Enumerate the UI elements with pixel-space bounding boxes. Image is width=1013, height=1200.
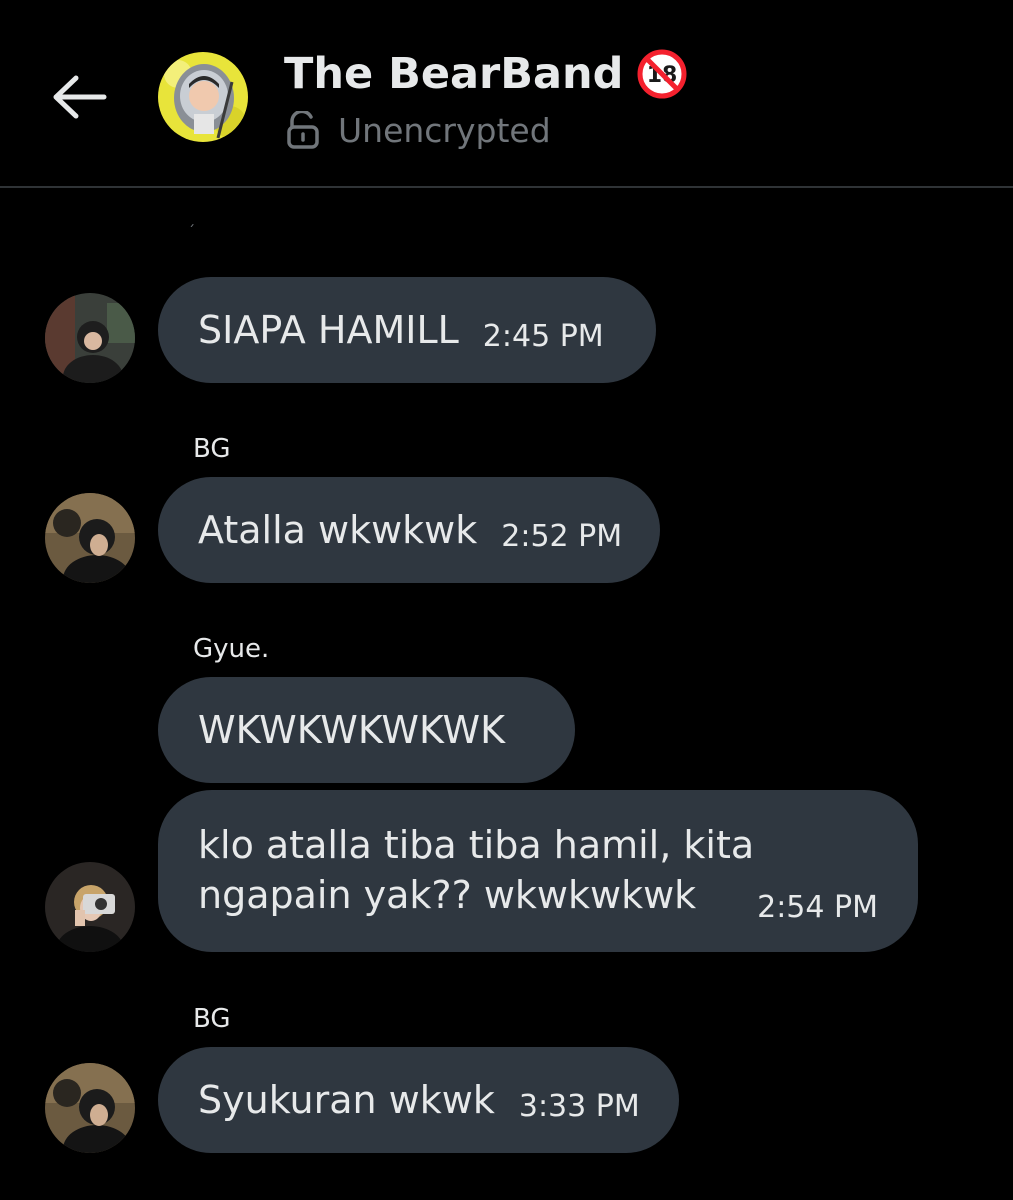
message-bubble[interactable]: klo atalla tiba tiba hamil, kita ngapain…	[158, 790, 918, 952]
back-arrow-icon	[53, 75, 107, 119]
message-bubble[interactable]: Syukuran wkwk 3:33 PM	[158, 1047, 679, 1153]
message-text: Atalla wkwkwk	[198, 508, 478, 552]
message-time: 2:52 PM	[501, 518, 623, 554]
timestamp-fragment: ´	[188, 224, 195, 240]
no-under-18-icon: 18	[637, 49, 687, 99]
message-text: klo atalla tiba tiba hamil, kita ngapain…	[198, 823, 755, 917]
message-bubble[interactable]: Atalla wkwkwk 2:52 PM	[158, 477, 660, 583]
group-avatar[interactable]	[158, 52, 248, 142]
message-text: Syukuran wkwk	[198, 1078, 495, 1122]
message-bubble[interactable]: SIAPA HAMILL 2:45 PM	[158, 277, 656, 383]
encryption-label: Unencrypted	[338, 110, 551, 150]
encryption-status: Unencrypted	[286, 106, 551, 154]
message-time: 3:33 PM	[518, 1088, 640, 1124]
sender-avatar[interactable]	[45, 493, 135, 583]
chat-header: The BearBand 18 Unencrypted	[0, 0, 1013, 188]
chat-title: The BearBand	[284, 49, 624, 99]
sender-avatar[interactable]	[45, 293, 135, 383]
sender-name: Gyue.	[193, 634, 270, 664]
message-bubble[interactable]: WKWKWKWKWK	[158, 677, 575, 783]
unlocked-lock-icon	[287, 111, 319, 149]
message-time: 2:54 PM	[757, 890, 878, 925]
message-text: WKWKWKWKWK	[198, 708, 506, 752]
chat-title-row[interactable]: The BearBand 18	[284, 44, 687, 104]
message-time: 2:45 PM	[482, 318, 604, 354]
back-button[interactable]	[52, 74, 108, 120]
sender-avatar[interactable]	[45, 862, 135, 952]
sender-name: BG	[193, 434, 231, 464]
sender-avatar[interactable]	[45, 1063, 135, 1153]
sender-name: BG	[193, 1004, 231, 1034]
message-text: SIAPA HAMILL	[198, 308, 459, 352]
